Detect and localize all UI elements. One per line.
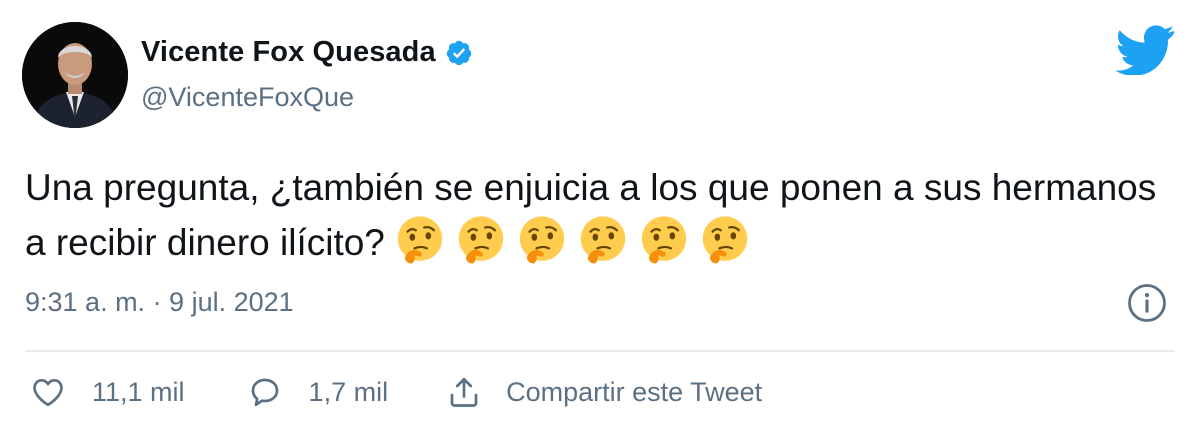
thinking-face-icon	[517, 215, 567, 265]
thinking-face-icon	[395, 215, 445, 265]
replies-count: 1,7 mil	[308, 376, 389, 407]
twitter-bird-icon[interactable]	[1115, 25, 1175, 76]
thinking-face-icon	[456, 215, 506, 265]
tweet-timestamp[interactable]: 9:31 a. m. · 9 jul. 2021	[25, 287, 294, 318]
like-button[interactable]: 11,1 mil	[30, 374, 185, 410]
likes-count: 11,1 mil	[92, 376, 185, 407]
tweet-card: Vicente Fox Quesada @VicenteFoxQue Una p…	[0, 0, 1200, 441]
reply-button[interactable]: 1,7 mil	[247, 374, 389, 410]
tweet-actions: 11,1 mil 1,7 mil Compartir este Tweet	[30, 374, 762, 410]
info-icon[interactable]	[1126, 282, 1168, 324]
heart-icon	[33, 378, 63, 407]
avatar[interactable]	[22, 22, 128, 128]
author-display-name[interactable]: Vicente Fox Quesada	[141, 36, 436, 69]
tweet-body: Una pregunta, ¿también se enjuicia a los…	[25, 160, 1165, 270]
author-name-row: Vicente Fox Quesada	[141, 36, 473, 69]
emoji-row	[395, 215, 750, 265]
reply-bubble-icon	[251, 378, 278, 407]
thinking-face-icon	[578, 215, 628, 265]
share-label: Compartir este Tweet	[506, 376, 763, 407]
share-button[interactable]: Compartir este Tweet	[446, 374, 762, 410]
thinking-face-icon	[700, 215, 750, 265]
thinking-face-icon	[639, 215, 689, 265]
divider	[25, 350, 1175, 352]
verified-badge-icon	[445, 39, 473, 67]
share-icon	[450, 377, 478, 407]
author-handle[interactable]: @VicenteFoxQue	[141, 82, 354, 113]
